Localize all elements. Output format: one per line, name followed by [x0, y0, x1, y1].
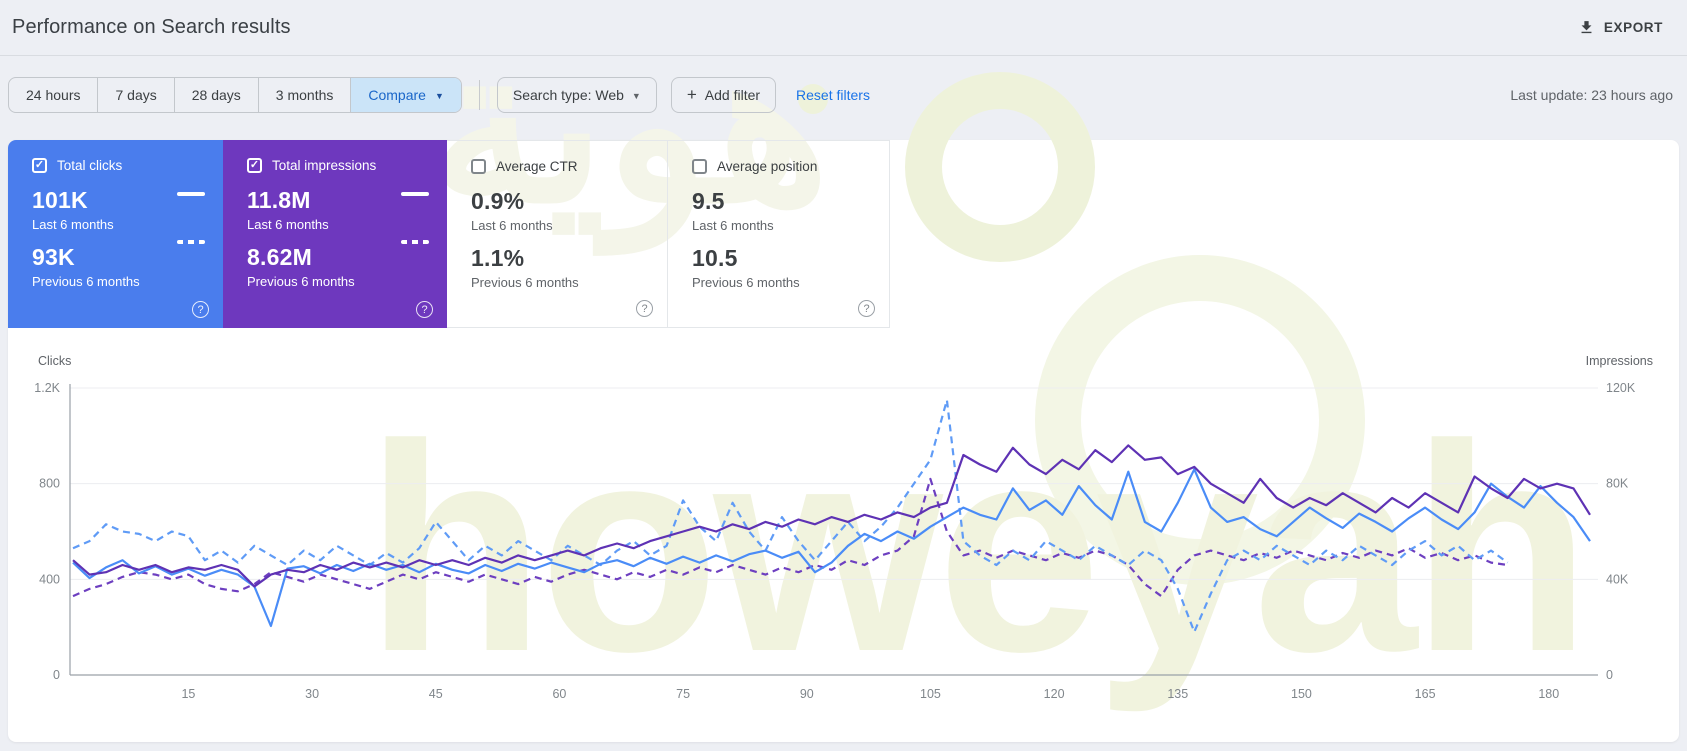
line-chart-canvas[interactable]: 1.2K 800 400 0 120K 80K 40K 0 15 30 45 60 75 90 105 120… — [8, 328, 1679, 742]
right-axis-tick-label: 0 — [1606, 668, 1613, 682]
x-axis-tick-label: 15 — [181, 687, 195, 701]
metric-card-average-ctr[interactable]: Average CTR 0.9% Last 6 months 1.1% Prev… — [447, 140, 667, 328]
tab-24-hours[interactable]: 24 hours — [9, 78, 99, 112]
x-axis-tick-label: 120 — [1044, 687, 1065, 701]
tab-compare[interactable]: Compare ▼ — [351, 78, 461, 112]
metric-primary-value: 0.9% — [471, 188, 525, 214]
metric-secondary-caption: Previous 6 months — [32, 274, 140, 289]
reset-filters-button[interactable]: Reset filters — [796, 87, 870, 103]
metric-card-total-clicks[interactable]: ✓ Total clicks 101K Last 6 months 93K Pr… — [8, 140, 223, 328]
metric-label: Average position — [717, 159, 818, 174]
x-axis-tick-label: 165 — [1415, 687, 1436, 701]
search-type-label: Search type: Web — [512, 87, 624, 103]
right-axis-tick-label: 40K — [1606, 572, 1629, 586]
metric-primary-value: 9.5 — [692, 188, 725, 214]
left-axis-tick-label: 0 — [53, 668, 60, 682]
metric-label: Total impressions — [272, 158, 377, 173]
performance-chart: Clicks Impressions 1.2K 800 400 0 120K 80K 40K… — [8, 328, 1679, 742]
help-icon[interactable]: ? — [858, 300, 875, 317]
metric-primary-caption: Last 6 months — [471, 218, 553, 233]
x-axis-tick-label: 45 — [429, 687, 443, 701]
filter-divider — [478, 80, 480, 110]
dashed-line-legend-icon — [401, 240, 429, 244]
left-axis-title: Clicks — [38, 354, 72, 368]
help-icon[interactable]: ? — [192, 301, 209, 318]
right-axis-title: Impressions — [1585, 354, 1653, 368]
chevron-down-icon: ▼ — [631, 91, 641, 101]
tab-7-days[interactable]: 7 days — [98, 78, 175, 112]
help-icon[interactable]: ? — [636, 300, 653, 317]
search-type-dropdown[interactable]: Search type: Web ▼ — [496, 77, 657, 113]
performance-panel: ✓ Total clicks 101K Last 6 months 93K Pr… — [8, 140, 1679, 742]
metric-secondary-caption: Previous 6 months — [692, 275, 800, 290]
metric-secondary-value: 93K — [32, 244, 75, 270]
x-axis-tick-label: 60 — [552, 687, 566, 701]
metric-label: Average CTR — [496, 159, 578, 174]
right-axis-tick-label: 80K — [1606, 477, 1629, 491]
metric-cards-row: ✓ Total clicks 101K Last 6 months 93K Pr… — [8, 140, 1679, 328]
series-clicks-previous-6-months — [72, 398, 1509, 633]
compare-label: Compare — [368, 87, 426, 103]
chevron-down-icon: ▼ — [434, 91, 444, 101]
checkbox-checked-icon[interactable]: ✓ — [32, 158, 47, 173]
metric-label: Total clicks — [57, 158, 123, 173]
metric-secondary-value: 8.62M — [247, 244, 312, 270]
metric-card-average-position[interactable]: Average position 9.5 Last 6 months 10.5 … — [667, 140, 890, 328]
right-axis-tick-label: 120K — [1606, 381, 1636, 395]
x-axis-tick-label: 180 — [1538, 687, 1559, 701]
checkbox-unchecked-icon[interactable] — [471, 159, 486, 174]
metric-primary-caption: Last 6 months — [692, 218, 774, 233]
x-axis-tick-label: 75 — [676, 687, 690, 701]
tab-3-months[interactable]: 3 months — [259, 78, 352, 112]
x-axis-tick-label: 105 — [920, 687, 941, 701]
left-axis-tick-label: 400 — [39, 572, 60, 586]
plus-icon: + — [686, 85, 697, 104]
download-icon — [1578, 19, 1595, 36]
export-label: EXPORT — [1603, 20, 1663, 35]
help-icon[interactable]: ? — [416, 301, 433, 318]
x-axis-tick-label: 90 — [800, 687, 814, 701]
left-axis-tick-label: 1.2K — [34, 381, 60, 395]
page-header: Performance on Search results EXPORT — [0, 0, 1687, 56]
date-range-tabs: 24 hours 7 days 28 days 3 months Compare… — [8, 77, 462, 113]
solid-line-legend-icon — [401, 192, 429, 196]
x-axis-tick-label: 135 — [1167, 687, 1188, 701]
page-title: Performance on Search results — [12, 16, 291, 38]
add-filter-label: Add filter — [704, 87, 761, 103]
metric-card-total-impressions[interactable]: ✓ Total impressions 11.8M Last 6 months … — [223, 140, 447, 328]
metric-secondary-caption: Previous 6 months — [247, 274, 355, 289]
series-impressions-previous-6-months — [72, 477, 1508, 598]
export-button[interactable]: EXPORT — [1568, 11, 1673, 44]
checkbox-unchecked-icon[interactable] — [692, 159, 707, 174]
add-filter-button[interactable]: + Add filter — [670, 77, 777, 113]
metric-secondary-value: 1.1% — [471, 245, 525, 271]
x-axis-tick-label: 30 — [305, 687, 319, 701]
tab-28-days[interactable]: 28 days — [175, 78, 259, 112]
solid-line-legend-icon — [177, 192, 205, 196]
last-update-text: Last update: 23 hours ago — [1510, 87, 1673, 103]
metric-secondary-value: 10.5 — [692, 245, 738, 271]
dashed-line-legend-icon — [177, 240, 205, 244]
filter-bar: 24 hours 7 days 28 days 3 months Compare… — [0, 56, 1687, 140]
x-axis-tick-label: 150 — [1291, 687, 1312, 701]
metric-secondary-caption: Previous 6 months — [471, 275, 579, 290]
left-axis-tick-label: 800 — [39, 477, 60, 491]
checkbox-checked-icon[interactable]: ✓ — [247, 158, 262, 173]
metric-primary-caption: Last 6 months — [247, 217, 329, 232]
metric-primary-caption: Last 6 months — [32, 217, 114, 232]
